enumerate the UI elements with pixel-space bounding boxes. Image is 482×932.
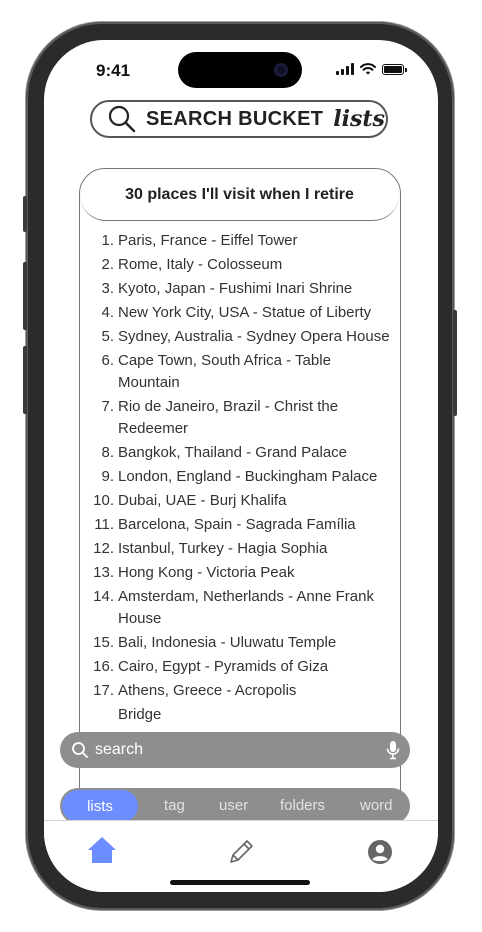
home-icon[interactable] [86,835,118,865]
list-item: 3. Kyoto, Japan - Fushimi Inari Shrine [101,280,353,297]
search-icon [108,105,136,133]
list-item: 15. Bali, Indonesia - Uluwatu Temple [93,634,337,651]
list-item: 10. Dubai, UAE - Burj Khalifa [93,492,287,509]
wifi-icon [360,63,376,75]
list-item: 2. Rome, Italy - Colosseum [101,256,283,273]
volume-down-button [23,346,27,414]
volume-up-button [23,262,27,330]
list-item: 17. Athens, Greece - Acropolis [93,682,297,699]
filter-tabs: lists tag user folders word [60,788,410,824]
list-title: 30 places I'll visit when I retire [80,169,399,221]
list-item: 8. Bangkok, Thailand - Grand Palace [101,444,348,461]
pencil-icon[interactable] [226,837,256,867]
search-bucket-lists-button[interactable]: SEARCH BUCKET lists [90,100,388,138]
action-button [23,196,27,232]
list-items: 1. Paris, France - Eiffel Tower 2. Rome, I… [80,230,400,728]
list-item: 14. Amsterdam, Netherlands - Anne Frank H… [93,588,374,627]
camera-icon [274,63,288,77]
user-icon[interactable] [367,839,393,865]
list-item: 12. Istanbul, Turkey - Hagia Sophia [93,540,328,557]
tab-lists[interactable]: lists [62,790,138,822]
search-icon [72,742,88,758]
list-item: 1. Paris, France - Eiffel Tower [101,232,298,249]
search-bucket-label: SEARCH BUCKET [146,107,324,130]
battery-icon [382,63,407,75]
list-item: 7. Rio de Janeiro, Brazil - Christ the Re… [101,398,339,437]
status-time: 9:41 [96,61,131,80]
home-indicator [170,880,310,885]
list-item: 13. Hong Kong - Victoria Peak [93,564,295,581]
search-bar[interactable]: search [60,732,410,768]
tab-folders[interactable]: folders [280,797,325,814]
list-item: 16. Cairo, Egypt - Pyramids of Giza [93,658,329,675]
power-button [453,310,457,416]
tab-word[interactable]: word [360,797,393,814]
screen: 9:41 SEARCH BUCKET lists 30 places I'll … [44,40,438,892]
list-item: 5. Sydney, Australia - Sydney Opera House [101,328,390,345]
list-item: 9. London, England - Buckingham Palace [101,468,378,485]
bucket-list-card[interactable]: 30 places I'll visit when I retire 1. Par… [79,168,401,888]
list-item: 11. Barcelona, Spain - Sagrada Família [94,516,356,533]
search-input[interactable]: search [95,741,143,759]
list-item-partial: Bridge [118,706,162,723]
tab-user[interactable]: user [219,797,248,814]
list-item: 4. New York City, USA - Statue of Liberty [101,304,372,321]
tab-tag[interactable]: tag [164,797,185,814]
lists-label: lists [333,106,385,132]
dynamic-island [178,52,302,88]
signal-icon [336,63,354,75]
status-icons [336,63,407,75]
microphone-icon[interactable] [386,740,400,760]
list-item: 6. Cape Town, South Africa - Table Mounta… [101,352,331,391]
